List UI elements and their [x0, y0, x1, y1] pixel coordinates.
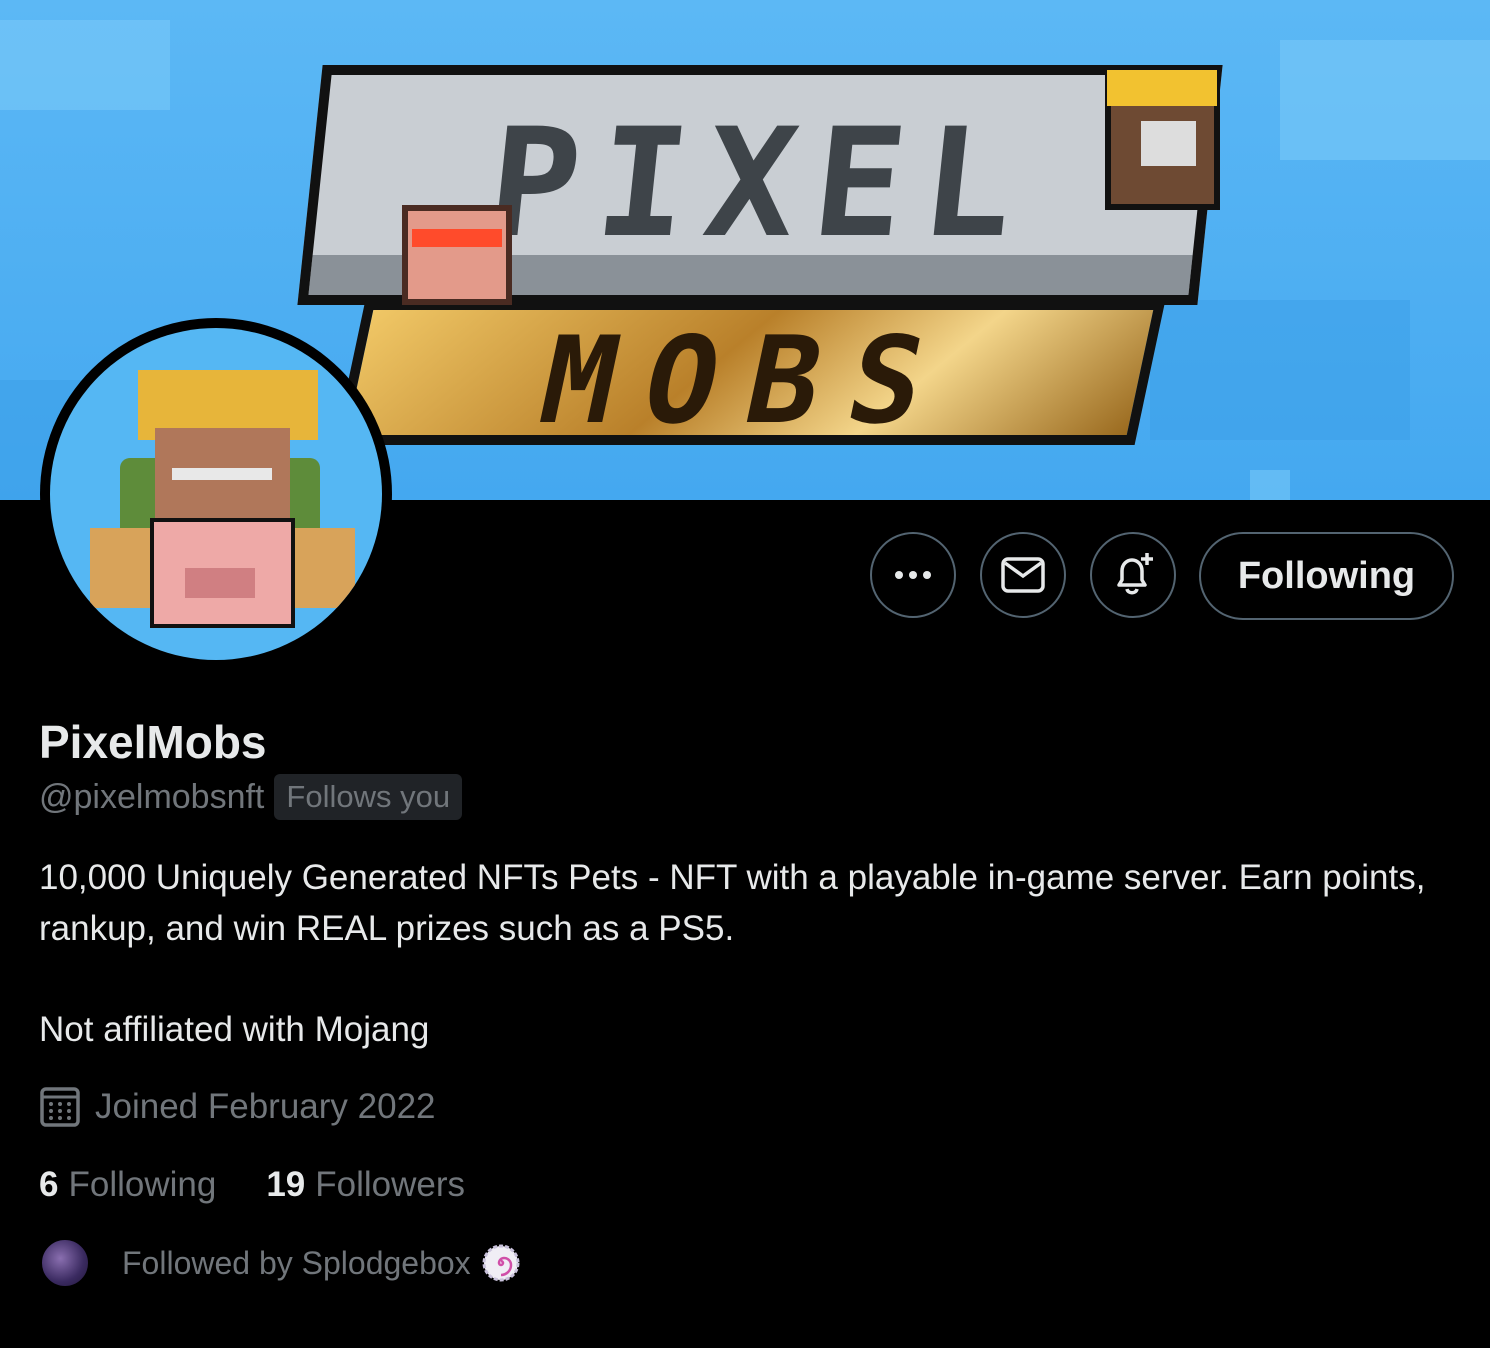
followers-label: Followers — [315, 1165, 466, 1204]
crown-icon — [1107, 70, 1217, 106]
envelope-icon — [1001, 557, 1045, 593]
notify-button[interactable] — [1090, 532, 1176, 618]
profile-bio: 10,000 Uniquely Generated NFTs Pets - NF… — [39, 852, 1449, 1055]
calendar-icon — [40, 1087, 80, 1127]
cow-patch — [1141, 121, 1196, 166]
handle-row: @pixelmobsnft Follows you — [39, 772, 463, 822]
pig-mascot-icon — [402, 205, 512, 305]
followers-stat-link[interactable]: 19 Followers — [266, 1165, 465, 1205]
message-button[interactable] — [980, 532, 1066, 618]
pig-glasses — [412, 229, 502, 247]
following-stat-link[interactable]: 6 Following — [39, 1165, 216, 1205]
following-label: Following — [68, 1165, 217, 1204]
banner-block — [0, 20, 170, 110]
username-handle: @pixelmobsnft — [39, 777, 265, 816]
followed-by-row[interactable]: Followed by Splodgebox — [40, 1238, 521, 1288]
spiral-badge-icon — [482, 1244, 520, 1282]
bell-plus-icon — [1117, 553, 1153, 595]
more-horizontal-icon — [895, 571, 931, 579]
logo-text-bottom: MOBS — [528, 312, 968, 451]
joined-date: Joined February 2022 — [39, 1082, 436, 1132]
logo-word-mobs: MOBS — [334, 300, 1166, 451]
bio-spacer — [39, 954, 1449, 1004]
follower-avatar[interactable] — [40, 1238, 90, 1288]
banner-block — [1280, 40, 1490, 160]
follow-stats: 6 Following 19 Followers — [39, 1160, 465, 1210]
following-button[interactable]: Following — [1199, 532, 1454, 620]
followers-count: 19 — [266, 1165, 306, 1204]
display-name: PixelMobs — [39, 716, 267, 768]
cow-mascot-icon — [1105, 70, 1220, 210]
followed-by-text: Followed by Splodgebox — [122, 1244, 471, 1281]
pixelmobs-logo: PIXEL MOBS — [290, 55, 1250, 451]
following-count: 6 — [39, 1165, 59, 1204]
avatar-eyes — [172, 468, 272, 480]
follows-you-badge: Follows you — [274, 774, 463, 820]
bio-line: 10,000 Uniquely Generated NFTs Pets - NF… — [39, 858, 1426, 948]
more-button[interactable] — [870, 532, 956, 618]
joined-text: Joined February 2022 — [95, 1087, 436, 1126]
banner-block — [1250, 470, 1290, 500]
bio-line: Not affiliated with Mojang — [39, 1010, 430, 1049]
profile-actions: Following — [0, 532, 1490, 622]
